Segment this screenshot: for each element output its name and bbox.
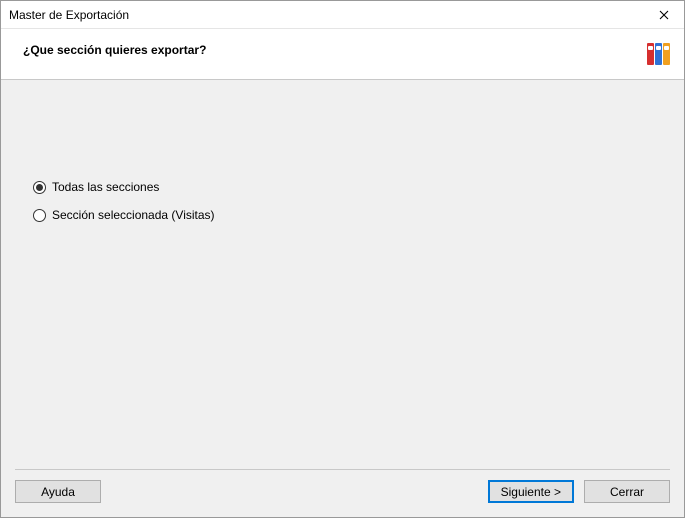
wizard-header: ¿Que sección quieres exportar? [1,29,684,79]
footer: Ayuda Siguiente > Cerrar [1,470,684,517]
radio-label: Todas las secciones [52,180,159,194]
close-icon[interactable] [644,1,684,29]
radio-selected-section[interactable]: Sección seleccionada (Visitas) [33,208,684,222]
window-title: Master de Exportación [9,8,129,22]
binders-icon [647,43,670,65]
next-button[interactable]: Siguiente > [488,480,574,503]
radio-icon [33,209,46,222]
close-button[interactable]: Cerrar [584,480,670,503]
help-button[interactable]: Ayuda [15,480,101,503]
radio-label: Sección seleccionada (Visitas) [52,208,215,222]
wizard-question: ¿Que sección quieres exportar? [23,43,206,57]
titlebar: Master de Exportación [1,1,684,29]
radio-icon [33,181,46,194]
content-area: Todas las secciones Sección seleccionada… [1,79,684,517]
radio-all-sections[interactable]: Todas las secciones [33,180,684,194]
